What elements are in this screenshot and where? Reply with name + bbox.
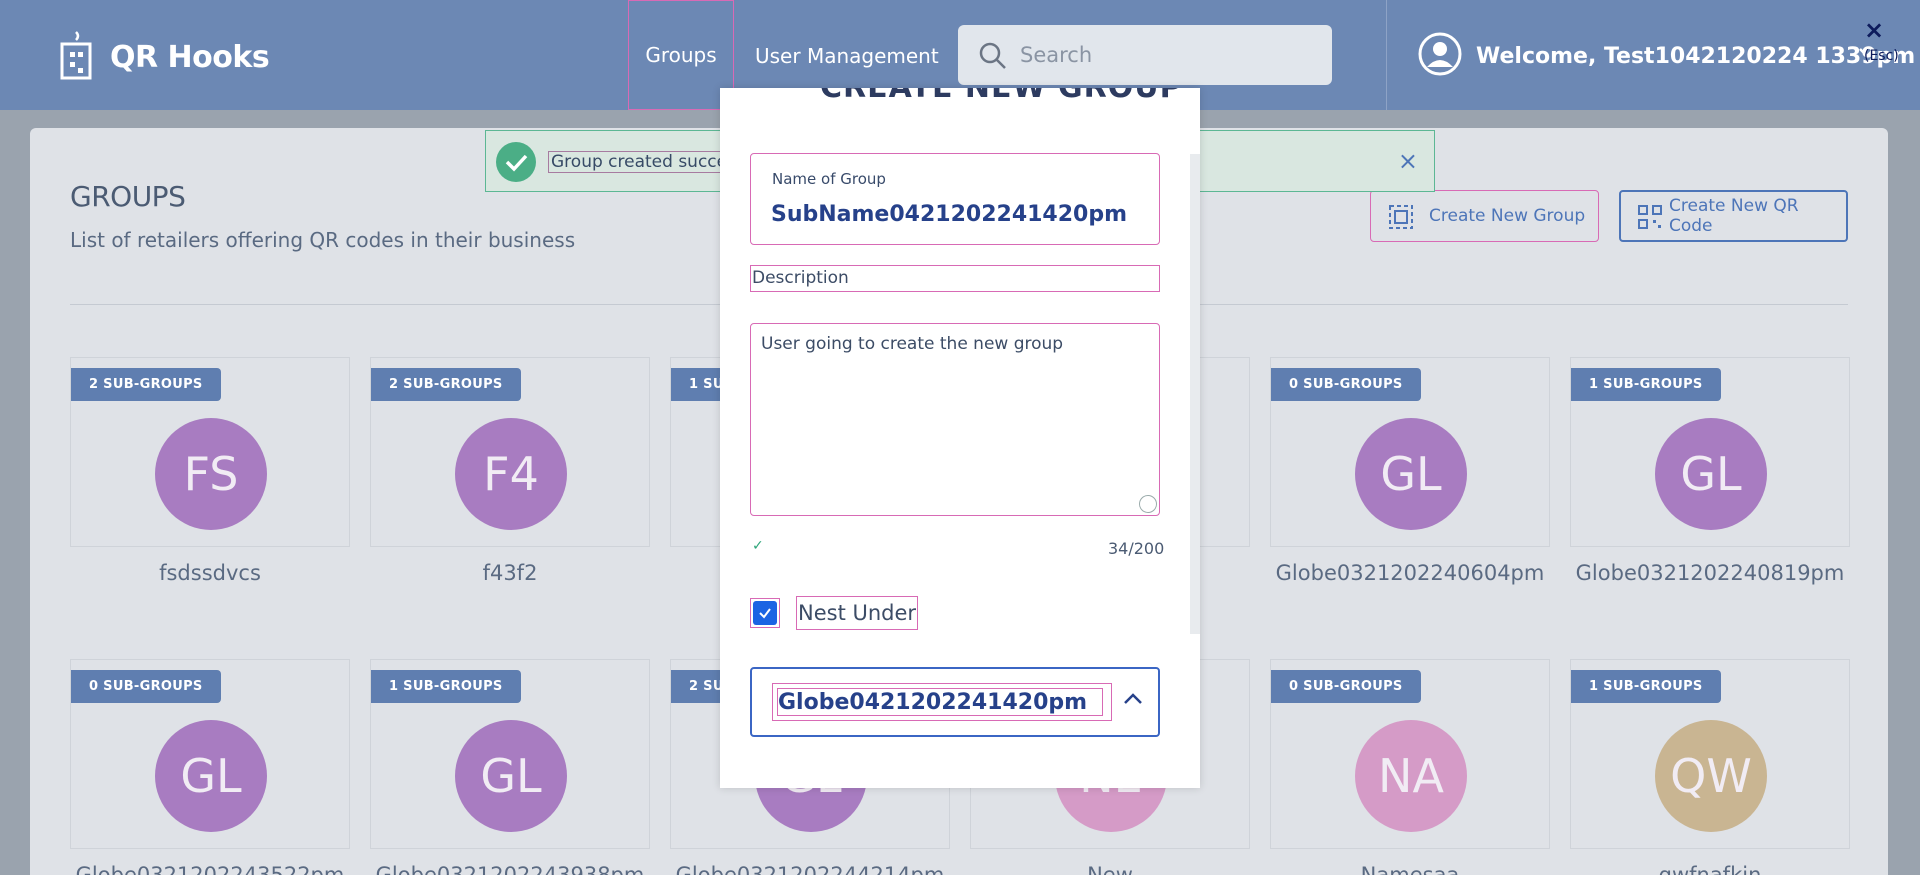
group-name[interactable]: Namesaa <box>1270 863 1550 875</box>
valid-check-icon: ✓ <box>752 538 764 554</box>
group-name-value[interactable]: SubName0421202241420pm <box>771 202 1127 227</box>
sub-groups-badge: 0 SUB-GROUPS <box>1271 368 1421 401</box>
group-avatar: QW <box>1655 720 1767 832</box>
qr-code-icon <box>1638 205 1662 229</box>
group-tile[interactable]: 2 SUB-GROUPS FS <box>70 357 350 547</box>
group-name[interactable]: Globe0321202244214pm <box>670 863 950 875</box>
group-tile[interactable]: 1 SUB-GROUPS QW <box>1570 659 1850 849</box>
group-name-label: Name of Group <box>772 170 886 188</box>
chevron-up-icon[interactable] <box>1122 691 1144 707</box>
group-icon <box>1389 205 1413 229</box>
group-tile[interactable]: 1 SUB-GROUPS GL <box>1570 357 1850 547</box>
app-title: QR Hooks <box>110 40 270 75</box>
nav-user-management[interactable]: User Management <box>755 44 939 68</box>
group-tile[interactable]: 0 SUB-GROUPS GL <box>1270 357 1550 547</box>
group-avatar: F4 <box>455 418 567 530</box>
group-name[interactable]: fsdssdvcs <box>70 561 350 585</box>
sub-groups-badge: 0 SUB-GROUPS <box>1271 670 1421 703</box>
parent-group-value: Globe0421202241420pm <box>777 688 1103 716</box>
description-textarea[interactable]: User going to create the new group <box>750 323 1160 516</box>
modal-scrollbar[interactable] <box>1190 154 1200 634</box>
group-name-field[interactable]: Name of Group SubName0421202241420pm <box>750 153 1160 245</box>
group-avatar: FS <box>155 418 267 530</box>
nest-under-label[interactable]: Nest Under <box>796 596 919 630</box>
check-circle-icon <box>496 142 536 182</box>
search-icon <box>979 42 1006 69</box>
group-name[interactable]: Globe0321202243522pm <box>70 863 350 875</box>
char-counter: 34/200 <box>1108 539 1165 558</box>
create-group-label: Create New Group <box>1429 206 1586 226</box>
page-title: GROUPS <box>70 180 186 213</box>
nest-under-checkbox[interactable] <box>750 598 780 628</box>
modal-title: CREATE NEW GROUP <box>820 88 1183 105</box>
logo-icon <box>60 31 92 80</box>
group-tile[interactable]: 2 SUB-GROUPS F4 <box>370 357 650 547</box>
group-avatar: GL <box>155 720 267 832</box>
welcome-text: Welcome, Test1042120224 1339pm <box>1476 44 1916 69</box>
sub-groups-badge: 2 SUB-GROUPS <box>71 368 221 401</box>
sub-groups-badge: 1 SUB-GROUPS <box>1571 670 1721 703</box>
sub-groups-badge: 1 SUB-GROUPS <box>1571 368 1721 401</box>
close-icon[interactable]: × <box>1864 16 1884 44</box>
group-avatar: GL <box>455 720 567 832</box>
create-group-modal: CREATE NEW GROUP Name of Group SubName04… <box>720 88 1200 788</box>
create-group-button[interactable]: Create New Group <box>1370 190 1599 242</box>
nav-divider <box>1386 0 1387 110</box>
parent-group-select[interactable]: Globe0421202241420pm <box>750 667 1160 737</box>
group-avatar: GL <box>1655 418 1767 530</box>
sub-groups-badge: 2 SUB-GROUPS <box>371 368 521 401</box>
search-input[interactable]: Search <box>958 25 1332 85</box>
select-value-wrapper: Globe0421202241420pm <box>772 683 1112 721</box>
description-value: User going to create the new group <box>761 334 1064 354</box>
sub-groups-badge: 1 SUB-GROUPS <box>371 670 521 703</box>
user-avatar-icon[interactable] <box>1418 32 1462 76</box>
sub-groups-badge: 0 SUB-GROUPS <box>71 670 221 703</box>
create-qr-label: Create New QR Code <box>1669 196 1799 236</box>
group-tile[interactable]: 0 SUB-GROUPS NA <box>1270 659 1550 849</box>
create-qr-button[interactable]: Create New QR Code <box>1619 190 1848 242</box>
group-name[interactable]: Globe0321202240604pm <box>1270 561 1550 585</box>
toast-message: Group created succes <box>548 151 739 173</box>
group-name[interactable]: f43f2 <box>370 561 650 585</box>
group-name[interactable]: qwfnafkin <box>1570 863 1850 875</box>
search-placeholder: Search <box>1020 43 1093 67</box>
group-name[interactable]: Globe0321202240819pm <box>1570 561 1850 585</box>
group-tile[interactable]: 0 SUB-GROUPS GL <box>70 659 350 849</box>
close-hint: (Esc) <box>1864 48 1899 64</box>
resize-handle-icon[interactable] <box>1139 495 1157 513</box>
group-avatar: NA <box>1355 720 1467 832</box>
description-label: Description <box>750 265 1160 292</box>
page-subtitle: List of retailers offering QR codes in t… <box>70 228 576 252</box>
toast-close-icon[interactable]: × <box>1398 147 1418 175</box>
group-name[interactable]: New <box>970 863 1250 875</box>
group-tile[interactable]: 1 SUB-GROUPS GL <box>370 659 650 849</box>
group-name[interactable]: Globe0321202243938pm <box>370 863 650 875</box>
group-avatar: GL <box>1355 418 1467 530</box>
nav-groups[interactable]: Groups <box>628 0 734 110</box>
checkmark-icon <box>759 608 771 619</box>
